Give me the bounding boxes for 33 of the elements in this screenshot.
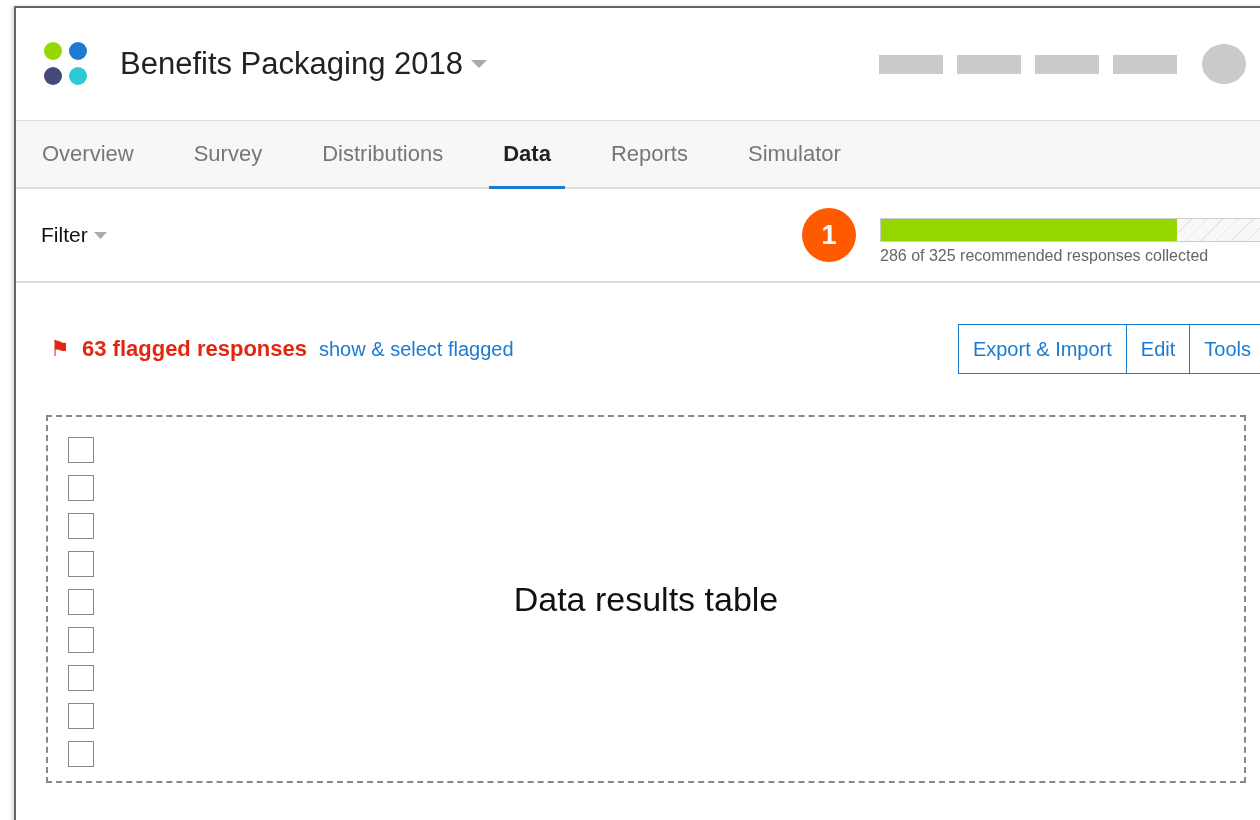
row-checkbox[interactable] <box>68 513 94 539</box>
placeholder-bar <box>1113 54 1177 74</box>
action-button[interactable]: Export & Import <box>957 324 1127 374</box>
placeholder-bar <box>1035 54 1099 74</box>
show-flagged-link[interactable]: show & select flagged <box>319 337 514 361</box>
row-checkbox[interactable] <box>68 589 94 615</box>
flagged-count: 63 flagged responses <box>82 336 307 362</box>
action-button[interactable]: Edit <box>1125 324 1191 374</box>
action-button[interactable]: Tools <box>1189 324 1260 374</box>
step-badge: 1 <box>802 208 856 262</box>
progress-caption: 286 of 325 recommended responses collected <box>880 246 1210 265</box>
placeholder-bar <box>879 54 943 74</box>
tab[interactable]: Distributions <box>308 121 458 189</box>
flag-icon: ⚑ <box>50 336 70 362</box>
row-checkbox[interactable] <box>68 627 94 653</box>
tab[interactable]: Simulator <box>733 121 855 189</box>
caret-icon <box>470 60 487 68</box>
project-title-dropdown[interactable]: Benefits Packaging 2018 <box>120 46 487 82</box>
filter-dropdown[interactable]: Filter <box>41 223 107 247</box>
caret-icon <box>93 231 107 239</box>
row-checkbox[interactable] <box>68 665 94 691</box>
tab[interactable]: Overview <box>28 121 148 189</box>
logo-icon <box>44 42 90 86</box>
row-checkbox[interactable] <box>68 741 94 767</box>
row-checkbox[interactable] <box>68 475 94 501</box>
row-checkbox[interactable] <box>68 551 94 577</box>
tab[interactable]: Survey <box>179 121 277 189</box>
tab[interactable]: Reports <box>596 121 702 189</box>
placeholder-bar <box>957 54 1021 74</box>
row-checkbox[interactable] <box>68 703 94 729</box>
table-label: Data results table <box>513 579 779 619</box>
tab[interactable]: Data <box>489 121 565 189</box>
row-checkbox[interactable] <box>68 437 94 463</box>
